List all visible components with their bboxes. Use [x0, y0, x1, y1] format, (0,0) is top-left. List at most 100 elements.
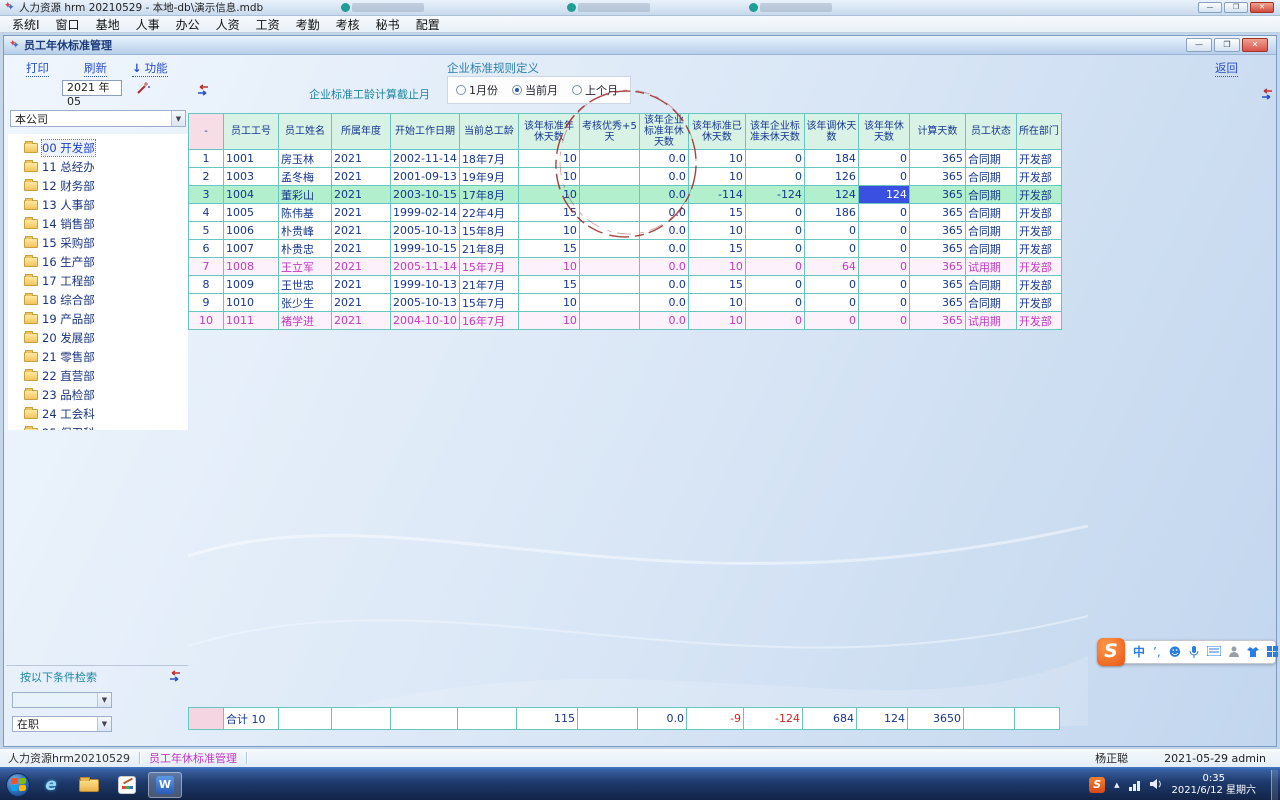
cell[interactable]: 2005-11-14 — [391, 258, 460, 276]
cell[interactable]: 10 — [518, 186, 579, 204]
cell[interactable] — [579, 258, 639, 276]
tree-item-18 综合部[interactable]: 18 综合部 — [14, 290, 188, 309]
cell[interactable]: 18年7月 — [459, 150, 518, 168]
column-header--[interactable]: - — [189, 114, 224, 150]
cell[interactable]: 15 — [688, 204, 745, 222]
cell[interactable]: 15 — [688, 240, 745, 258]
cell[interactable]: 2021 — [332, 186, 391, 204]
cell[interactable]: 0.0 — [639, 312, 688, 330]
cell[interactable]: 2021 — [332, 240, 391, 258]
cell[interactable]: 15 — [518, 204, 579, 222]
tree-item-17 工程部[interactable]: 17 工程部 — [14, 271, 188, 290]
cell[interactable]: 3 — [189, 186, 224, 204]
cell[interactable]: 365 — [909, 312, 965, 330]
status-module-name[interactable]: 员工年休标准管理 — [149, 750, 237, 766]
menu-基地[interactable]: 基地 — [88, 15, 128, 34]
cell[interactable]: 0 — [858, 312, 909, 330]
cell[interactable]: 16年7月 — [459, 312, 518, 330]
cell[interactable]: 0.0 — [639, 258, 688, 276]
magic-wand-icon[interactable] — [136, 80, 151, 98]
menu-办公[interactable]: 办公 — [168, 15, 208, 34]
cell[interactable] — [579, 276, 639, 294]
keyboard-icon[interactable] — [1207, 646, 1221, 658]
menu-窗口[interactable]: 窗口 — [48, 15, 88, 34]
start-button[interactable] — [6, 773, 30, 797]
cell[interactable]: 王立军 — [279, 258, 332, 276]
cell[interactable] — [579, 204, 639, 222]
cell[interactable]: 开发部 — [1016, 186, 1061, 204]
cell[interactable]: 合同期 — [965, 150, 1016, 168]
cell[interactable]: 开发部 — [1016, 240, 1061, 258]
cell[interactable]: 1999-02-14 — [391, 204, 460, 222]
cell[interactable]: 1001 — [224, 150, 279, 168]
tree-item-14 销售部[interactable]: 14 销售部 — [14, 214, 188, 233]
cell[interactable]: 合同期 — [965, 204, 1016, 222]
tree-item-11 总经办[interactable]: 11 总经办 — [14, 157, 188, 176]
tray-expand-icon[interactable]: ▲ — [1114, 781, 1119, 789]
cell[interactable]: 365 — [909, 240, 965, 258]
cell[interactable]: 0 — [804, 240, 858, 258]
cell[interactable]: 0.0 — [639, 240, 688, 258]
cell[interactable]: 朴贵忠 — [279, 240, 332, 258]
cell[interactable]: 126 — [804, 168, 858, 186]
cell[interactable]: 10 — [518, 222, 579, 240]
column-header-该年企业标准年休天数[interactable]: 该年企业标准年休天数 — [639, 114, 688, 150]
cell[interactable]: 19年9月 — [459, 168, 518, 186]
menu-考核[interactable]: 考核 — [328, 15, 368, 34]
functions-button[interactable]: ↓功能 — [132, 60, 168, 77]
cell[interactable] — [579, 240, 639, 258]
layout-swap-icon[interactable] — [196, 84, 210, 99]
app-close-button[interactable]: ✕ — [1250, 2, 1274, 13]
module-close-button[interactable]: ✕ — [1242, 38, 1268, 52]
cell[interactable]: 9 — [189, 294, 224, 312]
cell[interactable]: 0.0 — [639, 294, 688, 312]
cell[interactable]: 合同期 — [965, 186, 1016, 204]
cell[interactable]: 0 — [858, 276, 909, 294]
skin-icon[interactable] — [1247, 646, 1259, 659]
cell[interactable]: 2021 — [332, 204, 391, 222]
radio-上个月[interactable]: 上个月 — [572, 82, 618, 98]
cell[interactable]: 10 — [688, 312, 745, 330]
cell[interactable]: 10 — [688, 150, 745, 168]
radio-1月份[interactable]: 1月份 — [456, 82, 498, 98]
cell[interactable]: 开发部 — [1016, 312, 1061, 330]
cell[interactable]: 10 — [688, 294, 745, 312]
search-field-combo[interactable]: ▼ — [12, 692, 112, 708]
column-header-所在部门[interactable]: 所在部门 — [1016, 114, 1061, 150]
column-header-当前总工龄[interactable]: 当前总工龄 — [459, 114, 518, 150]
cell[interactable]: 0 — [858, 222, 909, 240]
tree-item-20 发展部[interactable]: 20 发展部 — [14, 328, 188, 347]
menu-秘书[interactable]: 秘书 — [368, 15, 408, 34]
column-header-该年年休天数[interactable]: 该年年休天数 — [858, 114, 909, 150]
cell[interactable]: 0 — [858, 168, 909, 186]
company-combo[interactable]: 本公司▼ — [10, 110, 186, 127]
cell[interactable]: 开发部 — [1016, 150, 1061, 168]
column-header-该年标准年休天数[interactable]: 该年标准年休天数 — [518, 114, 579, 150]
year-month-input[interactable]: 2021 年05 — [62, 80, 122, 96]
cell[interactable]: 15 — [518, 276, 579, 294]
cell[interactable]: 8 — [189, 276, 224, 294]
cell[interactable]: 0 — [804, 294, 858, 312]
column-header-该年企业标准未休天数[interactable]: 该年企业标准未休天数 — [745, 114, 804, 150]
cell[interactable]: 0.0 — [639, 150, 688, 168]
cell[interactable]: 合同期 — [965, 240, 1016, 258]
cell[interactable]: 朴贵峰 — [279, 222, 332, 240]
cell[interactable]: 5 — [189, 222, 224, 240]
taskbar-ie-icon[interactable]: e — [34, 772, 68, 798]
taskbar-editor-icon[interactable] — [110, 772, 144, 798]
tray-sogou-icon[interactable]: S — [1089, 777, 1105, 793]
cell[interactable]: 10 — [518, 312, 579, 330]
cell[interactable]: 合同期 — [965, 276, 1016, 294]
tree-item-12 财务部[interactable]: 12 财务部 — [14, 176, 188, 195]
cell[interactable] — [579, 312, 639, 330]
cell[interactable]: 0.0 — [639, 276, 688, 294]
print-button[interactable]: 打印 — [26, 60, 49, 77]
cell[interactable]: 开发部 — [1016, 276, 1061, 294]
cell[interactable]: 合同期 — [965, 222, 1016, 240]
cell[interactable]: 1011 — [224, 312, 279, 330]
app-minimize-button[interactable]: — — [1198, 2, 1222, 13]
tree-item-15 采购部[interactable]: 15 采购部 — [14, 233, 188, 252]
cell[interactable]: 2001-09-13 — [391, 168, 460, 186]
cell[interactable]: 2021 — [332, 294, 391, 312]
cell[interactable]: 21年7月 — [459, 276, 518, 294]
